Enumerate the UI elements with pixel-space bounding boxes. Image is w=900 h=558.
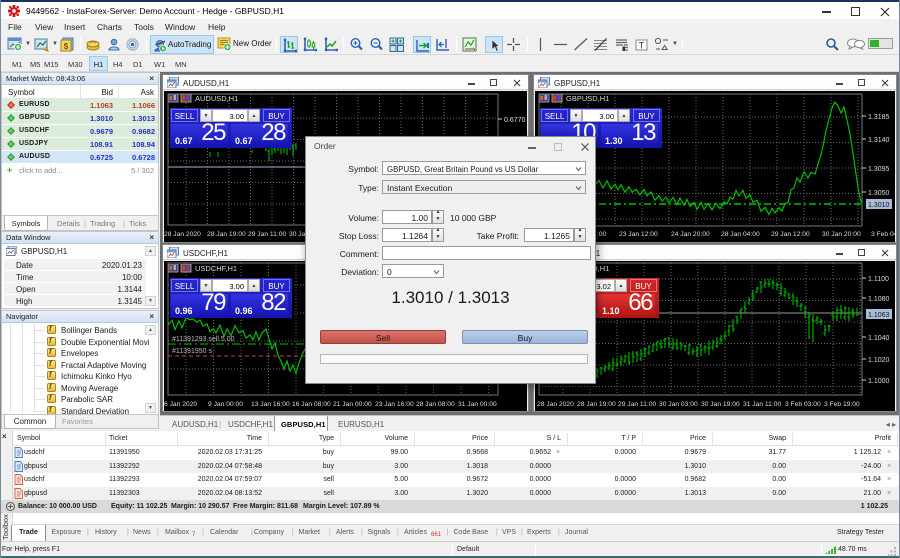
svg-text:1.1080: 1.1080 [868, 296, 890, 303]
svg-text:28 Jan 19:00: 28 Jan 19:00 [207, 231, 246, 238]
svg-text:3 Feb 03:00: 3 Feb 03:00 [785, 401, 821, 408]
svg-text:1.3185: 1.3185 [868, 114, 890, 121]
svg-text:29 Jan 11:00: 29 Jan 11:00 [248, 231, 286, 238]
svg-text:0.6770: 0.6770 [504, 117, 526, 124]
svg-text:1.3050: 1.3050 [868, 190, 890, 197]
svg-text:28 Jan 19:00: 28 Jan 19:00 [577, 401, 616, 408]
svg-text::00: :00 [597, 231, 607, 238]
svg-text:21 Jan 00:00: 21 Jan 00:00 [333, 401, 372, 408]
svg-text:3 Feb 19:00: 3 Feb 19:00 [824, 401, 860, 408]
svg-text:6 Jan 2020: 6 Jan 2020 [164, 401, 197, 408]
svg-text:1.1100: 1.1100 [868, 276, 889, 283]
svg-text:T: T [639, 41, 645, 51]
svg-text:30 Jan 20:00: 30 Jan 20:00 [822, 231, 861, 238]
svg-text:1.3010: 1.3010 [868, 202, 890, 209]
svg-text:1.1040: 1.1040 [868, 335, 890, 342]
svg-text:31 Jan 00:00: 31 Jan 00:00 [458, 401, 497, 408]
svg-text:1.1063: 1.1063 [868, 312, 890, 319]
svg-text:24 Jan 20:00: 24 Jan 20:00 [671, 231, 710, 238]
svg-text:#11391950 s: #11391950 s [172, 348, 212, 355]
svg-text:13 Jan 16:00: 13 Jan 16:00 [251, 401, 290, 408]
svg-text:28 Jan 2020: 28 Jan 2020 [537, 401, 574, 408]
svg-text:31 Jan 11:00: 31 Jan 11:00 [743, 401, 781, 408]
svg-text:3 Feb 04:00: 3 Feb 04:00 [871, 231, 895, 238]
svg-text:23 Jan 16:00: 23 Jan 16:00 [375, 401, 414, 408]
svg-text:9 Jan 00:00: 9 Jan 00:00 [208, 401, 243, 408]
svg-text:$: $ [64, 42, 69, 51]
svg-text:#11391293 sell 5.00: #11391293 sell 5.00 [172, 336, 235, 343]
svg-text:28 Jan 04:00: 28 Jan 04:00 [721, 231, 760, 238]
svg-text:29 Jan 12:00: 29 Jan 12:00 [771, 231, 810, 238]
svg-text:29 Jan 11:00: 29 Jan 11:00 [618, 401, 656, 408]
svg-text:1.1020: 1.1020 [868, 357, 890, 364]
svg-text:30 Jan 19:00: 30 Jan 19:00 [701, 401, 740, 408]
svg-text:28 Jan 08:00: 28 Jan 08:00 [416, 401, 455, 408]
svg-text:1.3140: 1.3140 [868, 137, 890, 144]
svg-text:23 Jan 12:00: 23 Jan 12:00 [619, 231, 658, 238]
svg-text:1.1000: 1.1000 [868, 378, 890, 385]
svg-text:28 Jan 2020: 28 Jan 2020 [164, 231, 201, 238]
svg-text:1.3095: 1.3095 [868, 166, 890, 173]
svg-text:16 Jan 08:00: 16 Jan 08:00 [292, 401, 331, 408]
svg-text:30 Jan 03:00: 30 Jan 03:00 [659, 401, 698, 408]
